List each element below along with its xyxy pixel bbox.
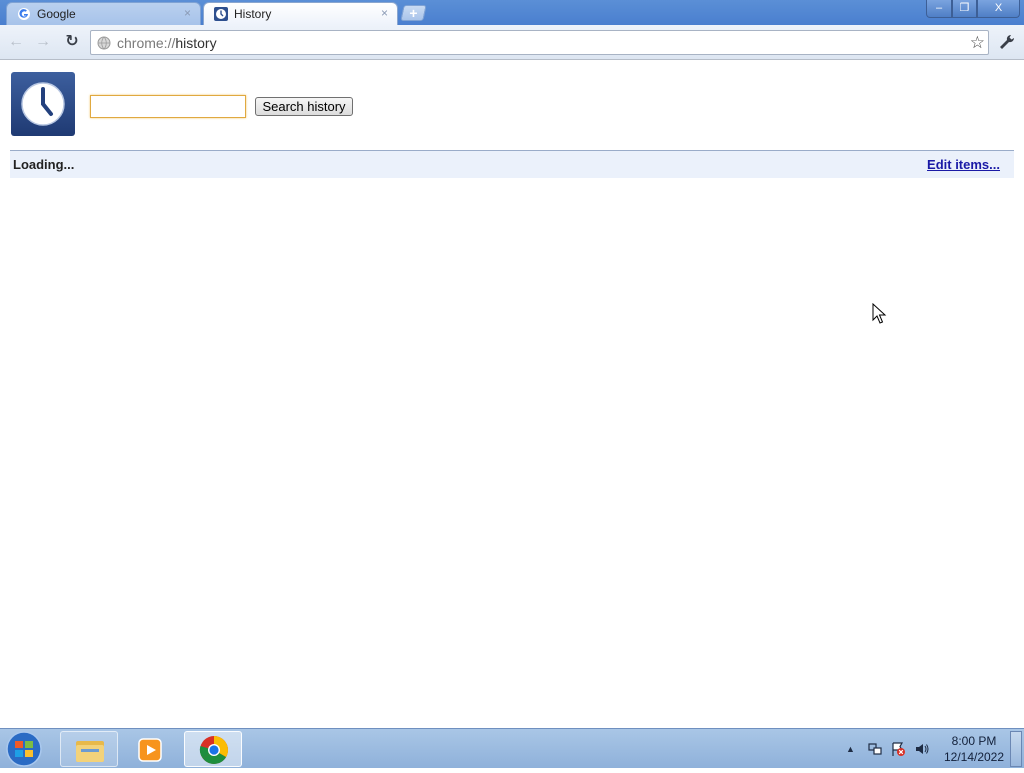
back-arrow-icon[interactable]: ←	[5, 31, 27, 53]
reload-icon[interactable]: ↻	[61, 31, 83, 53]
show-desktop-button[interactable]	[1010, 731, 1022, 767]
history-clock-icon	[214, 7, 228, 21]
close-tab-icon[interactable]: ×	[381, 6, 388, 21]
taskbar-explorer[interactable]	[60, 731, 118, 767]
url-scheme: chrome://	[117, 35, 176, 51]
chrome-icon	[199, 736, 228, 764]
folder-icon	[76, 741, 104, 762]
close-tab-icon[interactable]: ×	[184, 6, 191, 21]
search-history-button[interactable]: Search history	[255, 97, 353, 116]
wrench-icon	[1000, 34, 1015, 49]
bookmark-star-icon[interactable]: ☆	[970, 33, 985, 53]
action-center-flag-icon[interactable]	[890, 741, 906, 757]
url-host: history	[175, 35, 217, 51]
tab-title: History	[234, 7, 272, 21]
results-header-bar: Loading... Edit items...	[10, 150, 1014, 178]
windows-taskbar: ▲ 8:00 PM 12/14/2022	[0, 728, 1024, 768]
new-tab-button[interactable]: +	[400, 5, 427, 21]
media-player-icon	[138, 738, 162, 762]
plus-icon: +	[409, 5, 418, 21]
tab-history[interactable]: History ×	[203, 2, 398, 25]
globe-icon	[97, 36, 111, 50]
edit-items-link[interactable]: Edit items...	[927, 157, 1000, 172]
show-hidden-icons-icon[interactable]: ▲	[846, 744, 855, 754]
history-clock-logo-icon	[11, 72, 75, 136]
loading-status: Loading...	[13, 157, 75, 172]
close-window-button[interactable]: X	[977, 0, 1020, 18]
forward-arrow-icon[interactable]: →	[32, 31, 54, 53]
wrench-menu-icon[interactable]	[996, 31, 1018, 53]
url-text: chrome://history	[117, 35, 217, 51]
browser-toolbar: ← → ↻ chrome://history ☆	[0, 25, 1024, 60]
minimize-button[interactable]: –	[926, 0, 952, 18]
clock-time[interactable]: 8:00 PM	[944, 734, 1004, 748]
address-bar[interactable]: chrome://history ☆	[90, 30, 989, 55]
mouse-pointer-icon	[872, 303, 887, 324]
windows-logo-icon	[6, 731, 42, 767]
search-history-input[interactable]	[90, 95, 246, 118]
start-button[interactable]	[4, 730, 50, 768]
volume-icon[interactable]	[914, 741, 930, 757]
tab-google[interactable]: Google ×	[6, 2, 201, 25]
google-g-icon	[18, 8, 30, 20]
taskbar-media-player[interactable]	[121, 731, 179, 767]
network-icon[interactable]	[867, 741, 883, 757]
tab-title: Google	[37, 7, 76, 21]
taskbar-chrome[interactable]	[184, 731, 242, 767]
history-page: Search history Loading... Edit items...	[0, 61, 1024, 728]
restore-button[interactable]: ❐	[952, 0, 977, 18]
browser-title-bar: Google × History × + – ❐ X	[0, 0, 1024, 25]
clock-date[interactable]: 12/14/2022	[940, 750, 1008, 764]
